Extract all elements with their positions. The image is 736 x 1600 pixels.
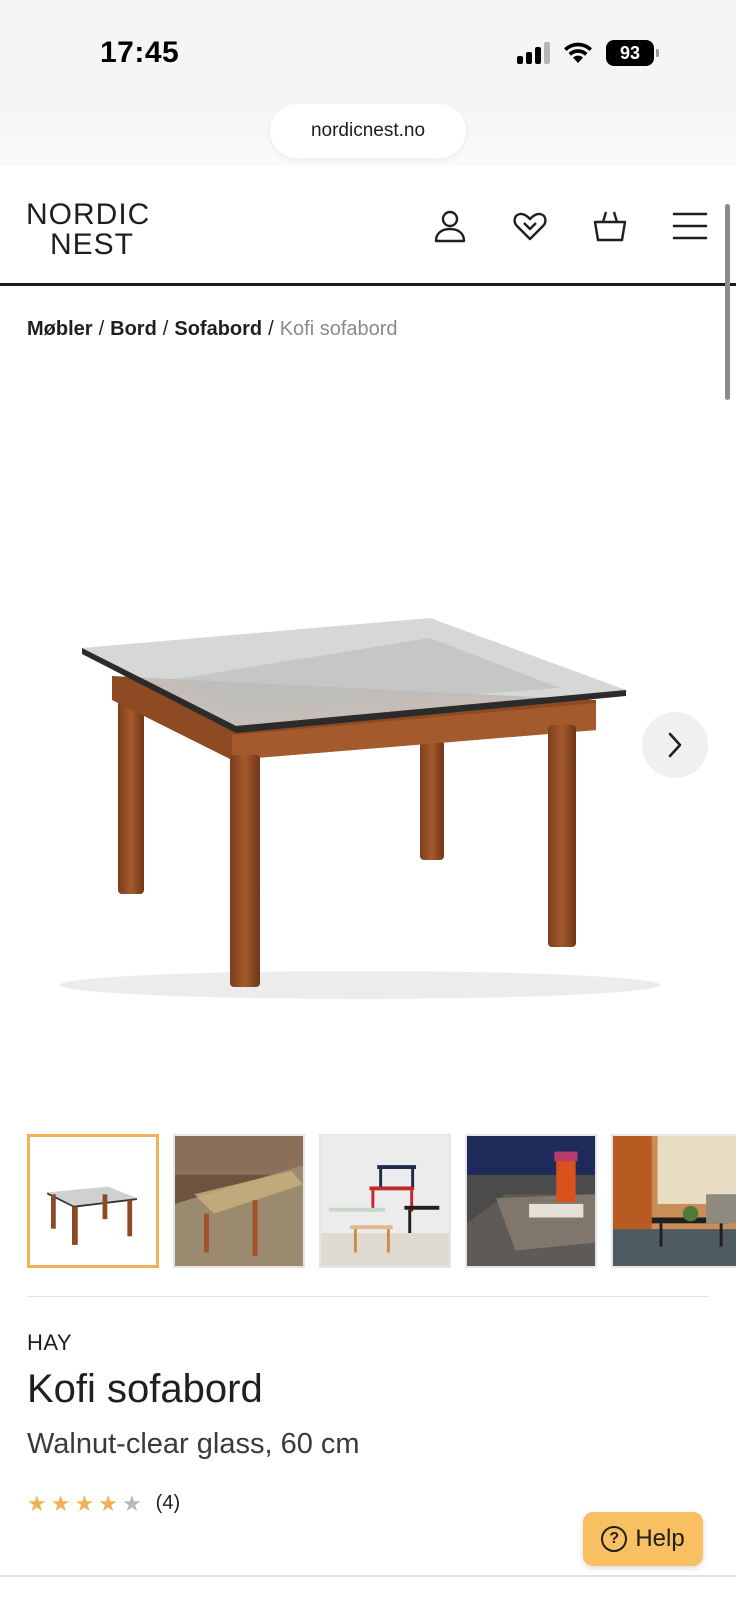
thumbnail-2[interactable] (173, 1134, 305, 1268)
star-icon: ★ (74, 1490, 95, 1516)
help-button[interactable]: ? Help (583, 1512, 703, 1566)
product-brand[interactable]: HAY (27, 1330, 72, 1356)
chevron-right-icon (668, 732, 682, 758)
account-icon[interactable] (432, 208, 468, 244)
breadcrumb-separator: / (268, 318, 274, 340)
breadcrumb-item-sofabord[interactable]: Sofabord (174, 318, 262, 340)
gallery-next-button[interactable] (642, 712, 708, 778)
thumbnail-3[interactable] (319, 1134, 451, 1268)
product-rating[interactable]: ★ ★ ★ ★ ★ (4) (27, 1492, 180, 1515)
logo-line1: NORDIC (26, 198, 151, 231)
product-title: Kofi sofabord (27, 1367, 263, 1411)
star-empty-icon: ★ (121, 1490, 142, 1516)
signal-icon (517, 42, 550, 64)
product-variant: Walnut-clear glass, 60 cm (27, 1428, 360, 1460)
wifi-icon (564, 42, 592, 63)
bottom-divider (0, 1575, 736, 1577)
url-bar[interactable]: nordicnest.no (270, 104, 466, 158)
star-icon: ★ (27, 1490, 47, 1516)
question-icon: ? (601, 1526, 628, 1552)
breadcrumb-current: Kofi sofabord (279, 318, 398, 340)
product-main-image[interactable] (0, 560, 736, 1060)
help-label: Help (635, 1525, 685, 1552)
scrollbar[interactable] (725, 204, 730, 400)
site-header: NORDIC NEST (0, 166, 736, 286)
wishlist-heart-icon[interactable] (512, 208, 548, 244)
status-bar: 17:45 93 (0, 0, 736, 108)
header-icons (432, 208, 708, 244)
status-icons: 93 (517, 40, 659, 66)
breadcrumb: Møbler / Bord / Sofabord / Kofi sofabord (27, 318, 398, 341)
breadcrumb-separator: / (98, 318, 105, 340)
basket-icon[interactable] (592, 208, 628, 244)
thumbnail-strip (27, 1134, 736, 1270)
star-icon: ★ (50, 1490, 71, 1516)
section-divider (27, 1296, 709, 1297)
thumbnail-4[interactable] (465, 1134, 597, 1268)
star-icon: ★ (98, 1490, 118, 1516)
logo-line2: NEST (50, 228, 135, 261)
breadcrumb-separator: / (162, 318, 169, 340)
breadcrumb-item-mobler[interactable]: Møbler (27, 318, 93, 340)
breadcrumb-item-bord[interactable]: Bord (110, 318, 157, 340)
rating-count: (4) (155, 1492, 181, 1514)
thumbnail-5[interactable] (611, 1134, 736, 1268)
battery-icon: 93 (606, 40, 659, 66)
menu-icon[interactable] (672, 208, 708, 244)
url-bar-area: nordicnest.no (0, 104, 736, 166)
logo[interactable]: NORDIC NEST (26, 200, 150, 260)
status-time: 17:45 (100, 36, 180, 69)
thumbnail-1[interactable] (27, 1134, 159, 1268)
